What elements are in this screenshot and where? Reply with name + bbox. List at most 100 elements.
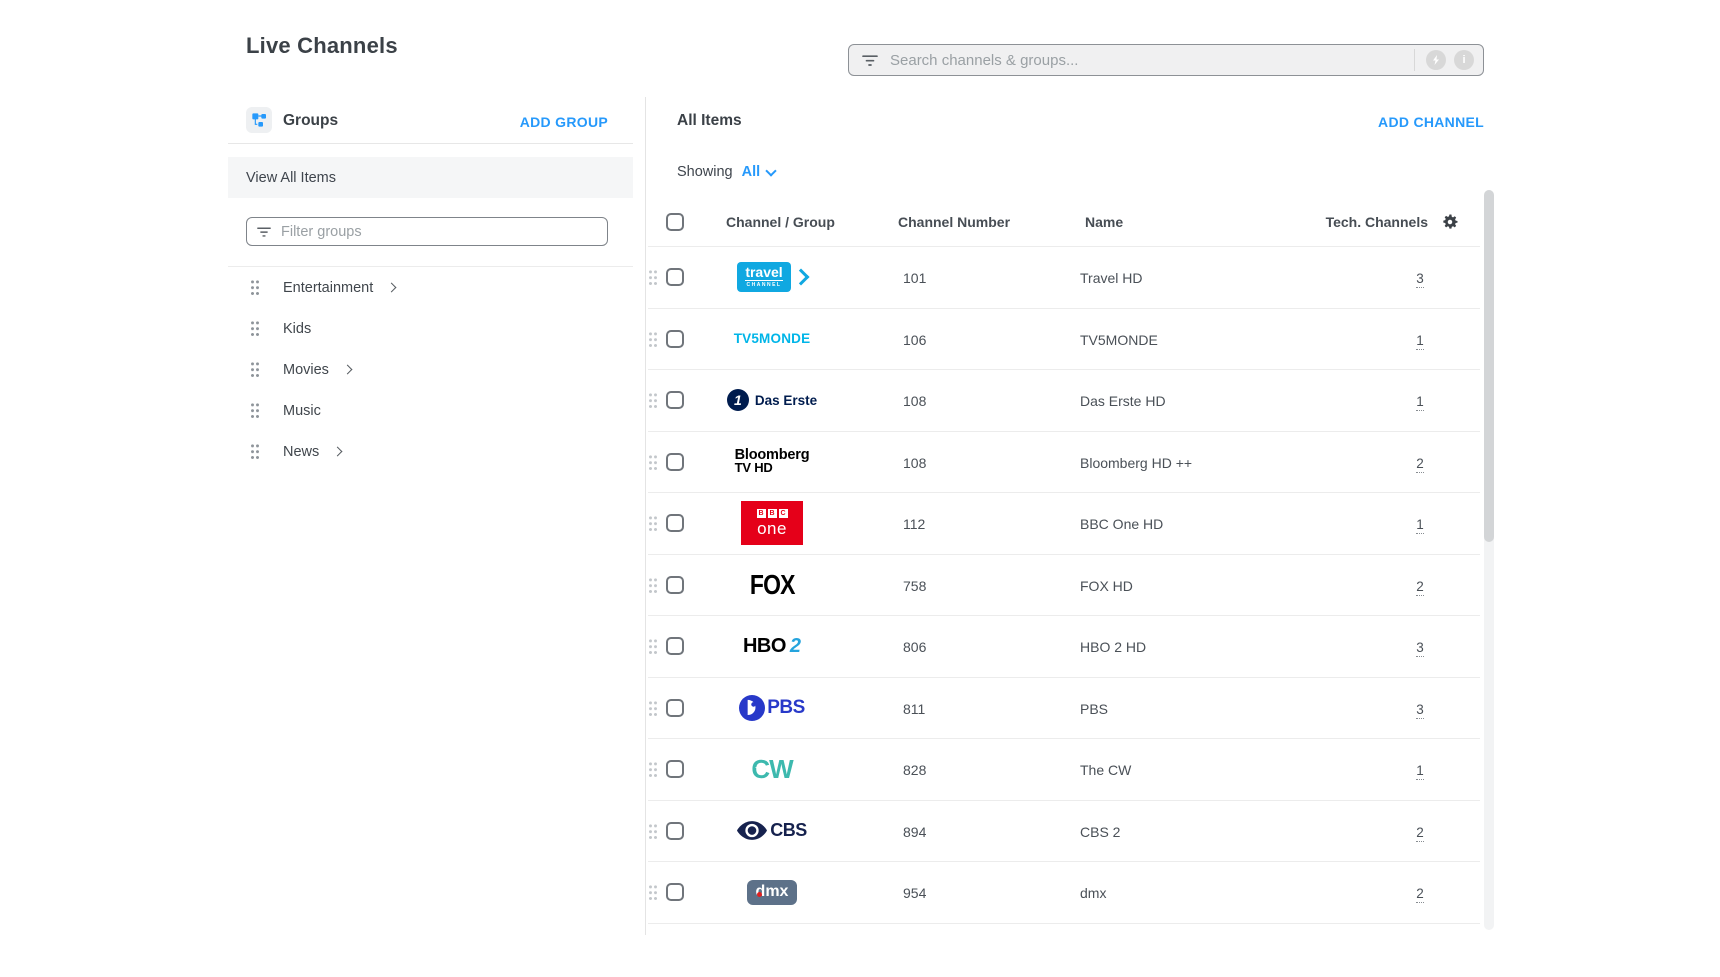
- tech-channels-count[interactable]: 1: [1416, 394, 1424, 411]
- tech-channels-count[interactable]: 2: [1416, 579, 1424, 596]
- filter-groups-input[interactable]: [279, 223, 607, 241]
- row-checkbox[interactable]: [666, 699, 684, 717]
- sidebar-group-item[interactable]: Kids: [228, 308, 633, 349]
- channel-name: Travel HD: [1080, 270, 1143, 286]
- channel-table-row[interactable]: BloombergTV HD 108 Bloomberg HD ++ 2: [648, 431, 1480, 493]
- channel-table-row[interactable]: TV5MONDE 106 TV5MONDE 1: [648, 308, 1480, 370]
- tech-channels-count[interactable]: 1: [1416, 763, 1424, 780]
- panel-divider: [645, 97, 646, 935]
- channel-number: 101: [903, 270, 926, 286]
- cw-the: THE: [755, 767, 765, 773]
- de-circle: 1: [727, 389, 749, 411]
- row-checkbox[interactable]: [666, 576, 684, 594]
- table-settings-button[interactable]: [1440, 212, 1460, 237]
- channel-number: 758: [903, 578, 926, 594]
- column-header-channel-group: Channel / Group: [726, 214, 835, 230]
- row-checkbox[interactable]: [666, 760, 684, 778]
- tech-channels-cell: 2: [1400, 578, 1440, 596]
- channel-name: The CW: [1080, 762, 1131, 778]
- row-checkbox[interactable]: [666, 514, 684, 532]
- row-checkbox[interactable]: [666, 883, 684, 901]
- channel-name: HBO 2 HD: [1080, 639, 1146, 655]
- channel-table-row[interactable]: FOX 758 FOX HD 2: [648, 554, 1480, 616]
- row-checkbox[interactable]: [666, 391, 684, 409]
- channel-table-row[interactable]: 1Das Erste 108 Das Erste HD 1: [648, 369, 1480, 431]
- drag-handle-icon[interactable]: [250, 279, 260, 296]
- tvm: TV5MONDE: [734, 331, 811, 346]
- channel-table-row[interactable]: CBS 894 CBS 2 2: [648, 800, 1480, 862]
- showing-dropdown[interactable]: All: [742, 164, 776, 180]
- lightning-button[interactable]: [1426, 50, 1446, 70]
- row-checkbox[interactable]: [666, 330, 684, 348]
- channel-logo-dmx: dmx: [747, 880, 798, 905]
- chevron-right-icon[interactable]: [387, 283, 397, 293]
- chevron-right-icon[interactable]: [342, 365, 352, 375]
- drag-handle-icon[interactable]: [250, 402, 260, 419]
- channel-logo-cell: FOX: [726, 555, 818, 616]
- drag-handle-icon[interactable]: [250, 361, 260, 378]
- add-group-button[interactable]: ADD GROUP: [446, 114, 608, 130]
- channel-logo-cell: BloombergTV HD: [726, 432, 818, 493]
- tech-channels-count[interactable]: 3: [1416, 640, 1424, 657]
- drag-handle-icon[interactable]: [648, 700, 658, 717]
- channel-table-row[interactable]: dmx 954 dmx 2: [648, 861, 1480, 923]
- drag-handle-icon[interactable]: [648, 577, 658, 594]
- row-checkbox[interactable]: [666, 637, 684, 655]
- tech-channels-cell: 2: [1400, 885, 1440, 903]
- channel-table-row[interactable]: travelCHANNEL 101 Travel HD 3: [648, 246, 1480, 308]
- filter-icon: [862, 54, 878, 67]
- channel-table-row[interactable]: PBS 811 PBS 3: [648, 677, 1480, 739]
- drag-handle-icon[interactable]: [648, 884, 658, 901]
- sidebar-group-item[interactable]: News: [228, 431, 633, 472]
- sidebar-group-item[interactable]: Movies: [228, 349, 633, 390]
- row-checkbox[interactable]: [666, 268, 684, 286]
- tech-channels-count[interactable]: 2: [1416, 886, 1424, 903]
- tech-channels-count[interactable]: 2: [1416, 825, 1424, 842]
- tech-channels-count[interactable]: 1: [1416, 333, 1424, 350]
- row-checkbox[interactable]: [666, 453, 684, 471]
- drag-handle-icon[interactable]: [250, 320, 260, 337]
- add-channel-button[interactable]: ADD CHANNEL: [1296, 114, 1484, 130]
- channel-table-row[interactable]: CWTHE 828 The CW 1: [648, 738, 1480, 800]
- tech-channels-count[interactable]: 3: [1416, 702, 1424, 719]
- showing-value: All: [742, 164, 761, 180]
- channel-table-row[interactable]: HBO2 806 HBO 2 HD 3: [648, 615, 1480, 677]
- cw-wrap: CWTHE: [751, 754, 792, 785]
- drag-handle-icon[interactable]: [648, 823, 658, 840]
- table-scrollbar-thumb[interactable]: [1484, 190, 1494, 542]
- sidebar-group-item[interactable]: Entertainment: [228, 267, 633, 308]
- channel-table-row[interactable]: BBCone 112 BBC One HD 1: [648, 492, 1480, 554]
- tech-channels-count[interactable]: 1: [1416, 517, 1424, 534]
- view-all-items[interactable]: View All Items: [228, 157, 633, 198]
- drag-handle-icon[interactable]: [648, 638, 658, 655]
- channel-logo-travel: travelCHANNEL: [737, 262, 806, 292]
- drag-handle-icon[interactable]: [648, 515, 658, 532]
- sidebar-group-item[interactable]: Music: [228, 390, 633, 431]
- bbc-blocks: BBC: [757, 509, 788, 518]
- channel-logo-fox: FOX: [745, 569, 800, 601]
- drag-handle-icon[interactable]: [648, 454, 658, 471]
- de-text: Das Erste: [755, 393, 817, 408]
- drag-handle-icon[interactable]: [648, 392, 658, 409]
- fox: FOX: [750, 569, 795, 601]
- channel-number: 828: [903, 762, 926, 778]
- tech-channels-cell: 3: [1400, 701, 1440, 719]
- drag-handle-icon[interactable]: [648, 331, 658, 348]
- tech-channels-count[interactable]: 2: [1416, 456, 1424, 473]
- chevron-right-icon[interactable]: [333, 447, 343, 457]
- drag-handle-icon[interactable]: [250, 443, 260, 460]
- channel-number: 108: [903, 393, 926, 409]
- tech-channels-cell: 1: [1400, 762, 1440, 780]
- channel-name: FOX HD: [1080, 578, 1133, 594]
- search-input[interactable]: [888, 51, 1414, 70]
- info-button[interactable]: i: [1454, 50, 1474, 70]
- tech-channels-count[interactable]: 3: [1416, 271, 1424, 288]
- drag-handle-icon[interactable]: [648, 761, 658, 778]
- drag-handle-icon[interactable]: [648, 269, 658, 286]
- info-icon: i: [1462, 55, 1465, 66]
- channel-number: 954: [903, 885, 926, 901]
- live-channels-page: Live Channels i Groups ADD GROUP View Al…: [0, 0, 1720, 977]
- select-all-checkbox[interactable]: [666, 213, 684, 231]
- channel-logo-cell: dmx: [726, 862, 818, 923]
- row-checkbox[interactable]: [666, 822, 684, 840]
